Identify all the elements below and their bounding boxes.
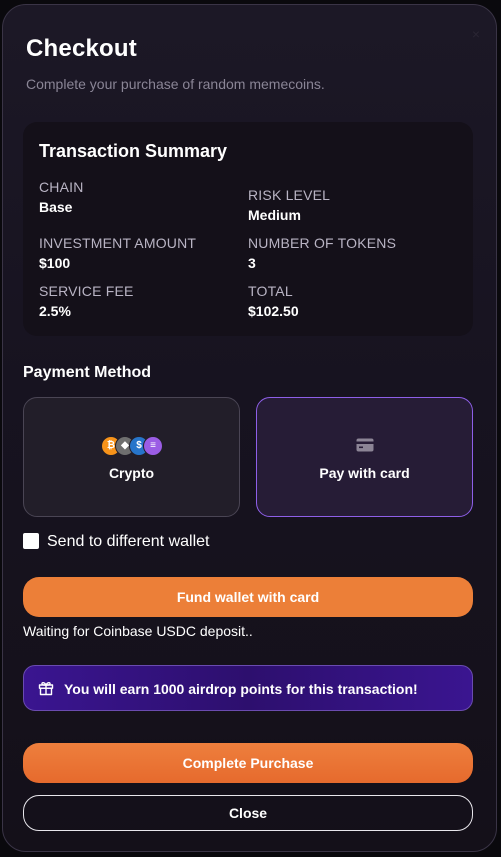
payment-option-label: Crypto (108, 465, 155, 481)
chain-label: CHAIN (39, 179, 84, 195)
investment-amount-label: INVESTMENT AMOUNT (39, 235, 197, 251)
investment-amount-field: INVESTMENT AMOUNT $100 (39, 235, 196, 271)
complete-purchase-button[interactable]: Complete Purchase (23, 743, 473, 783)
crypto-icons: ₿ ◆ $ ≡ (101, 436, 165, 456)
total-value: $102.50 (248, 303, 299, 319)
service-fee-field: SERVICE FEE 2.5% (39, 283, 134, 319)
airdrop-points-banner: You will earn 1000 airdrop points for th… (23, 665, 473, 711)
close-icon[interactable]: × (469, 27, 483, 41)
modal-title: Checkout (26, 35, 137, 62)
send-to-different-wallet-label: Send to different wallet (47, 533, 210, 550)
total-label: TOTAL (248, 283, 293, 299)
modal-subtitle: Complete your purchase of random memecoi… (26, 76, 325, 92)
payment-option-crypto[interactable]: ₿ ◆ $ ≡ Crypto (23, 397, 240, 517)
risk-level-value: Medium (248, 207, 301, 223)
chain-value: Base (39, 199, 73, 215)
payment-method-title: Payment Method (23, 364, 152, 381)
chain-field: CHAIN Base (39, 179, 84, 215)
service-fee-label: SERVICE FEE (39, 283, 134, 299)
payment-option-card[interactable]: Pay with card (256, 397, 473, 517)
close-button[interactable]: Close (23, 795, 473, 831)
number-of-tokens-field: NUMBER OF TOKENS 3 (248, 235, 396, 271)
deposit-status-text: Waiting for Coinbase USDC deposit.. (23, 623, 253, 639)
summary-title: Transaction Summary (39, 141, 228, 161)
investment-amount-value: $100 (39, 255, 71, 271)
total-field: TOTAL $102.50 (248, 283, 299, 319)
payment-option-label: Pay with card (319, 465, 410, 481)
credit-card-icon (356, 438, 374, 452)
fund-wallet-button[interactable]: Fund wallet with card (23, 577, 473, 617)
solana-icon: ≡ (143, 436, 163, 456)
number-of-tokens-value: 3 (248, 255, 256, 271)
send-to-different-wallet-checkbox[interactable] (23, 533, 39, 549)
service-fee-value: 2.5% (39, 303, 71, 319)
risk-level-label: RISK LEVEL (248, 187, 331, 203)
number-of-tokens-label: NUMBER OF TOKENS (248, 235, 397, 251)
airdrop-points-text: You will earn 1000 airdrop points for th… (64, 681, 418, 697)
transaction-summary-card: Transaction Summary CHAIN Base RISK LEVE… (23, 122, 473, 336)
gift-icon (38, 682, 54, 696)
risk-level-field: RISK LEVEL Medium (248, 187, 330, 223)
